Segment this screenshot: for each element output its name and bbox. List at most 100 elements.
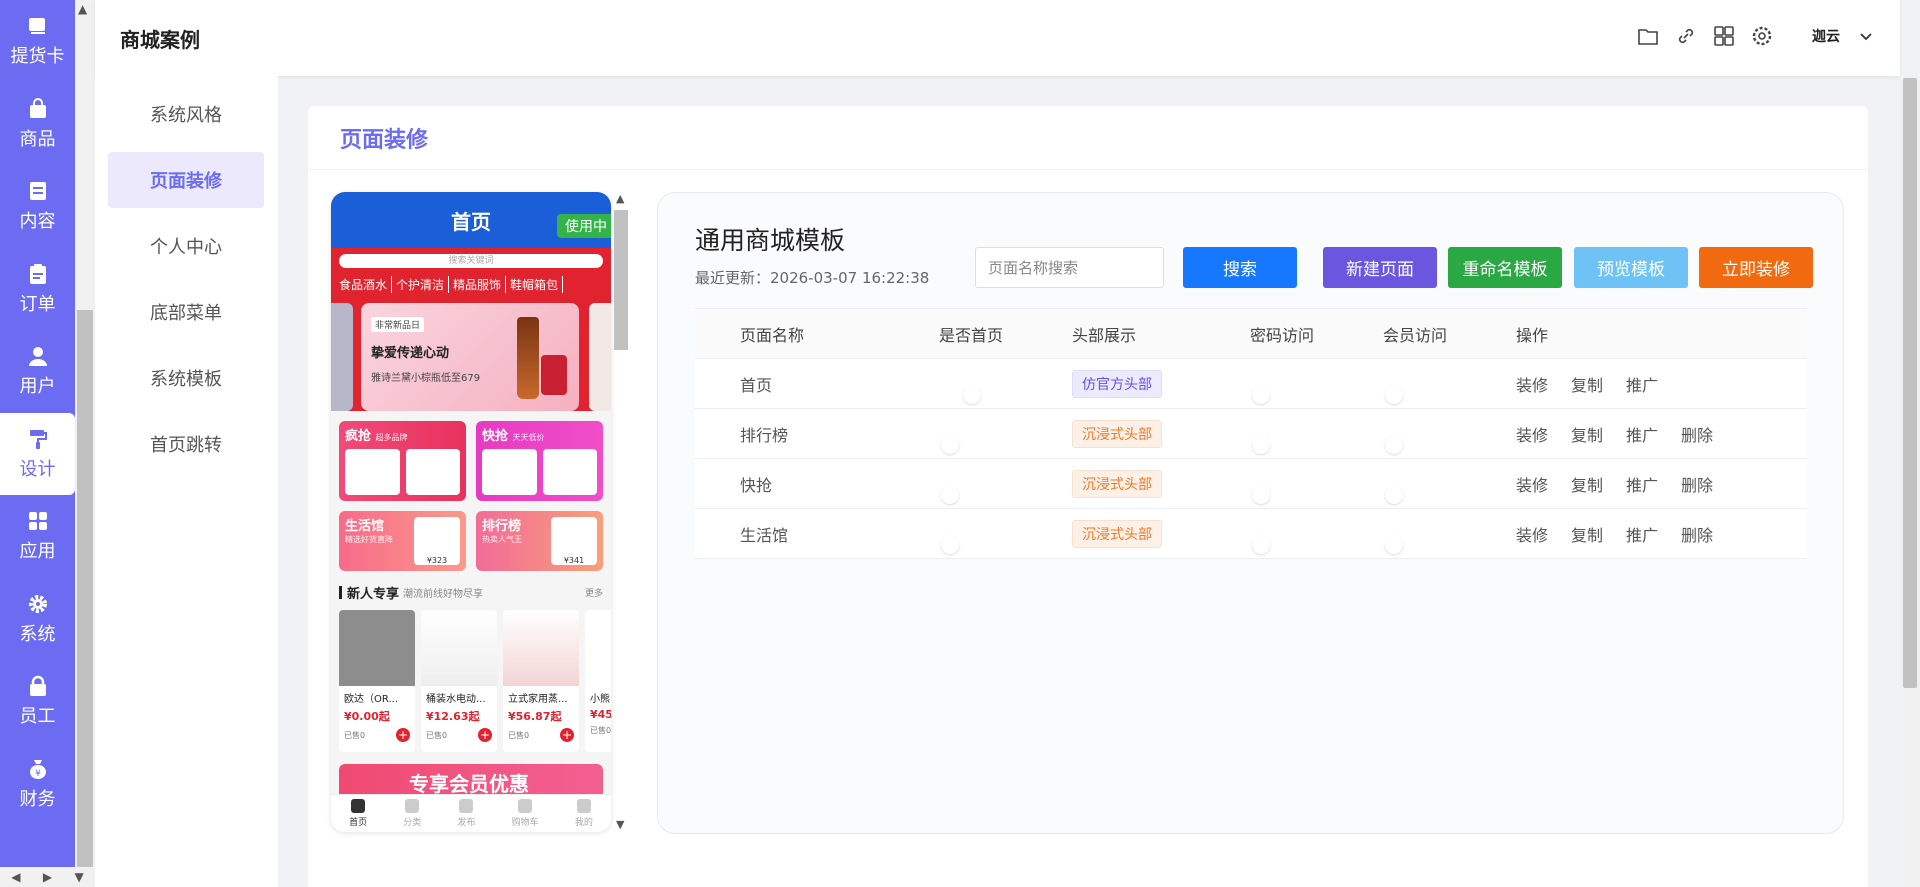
submenu-item-bottom-menu[interactable]: 底部菜单 xyxy=(108,284,264,340)
settings-gear-icon[interactable] xyxy=(1750,24,1774,48)
folder-icon[interactable] xyxy=(1636,24,1660,48)
nav-item-staff[interactable]: 员工 xyxy=(0,660,75,743)
plus-icon xyxy=(459,799,474,813)
copy-link[interactable]: 复制 xyxy=(1571,522,1603,546)
phone-nav-category: 分类 xyxy=(403,799,421,828)
search-button[interactable]: 搜索 xyxy=(1183,247,1297,288)
goods-sold: 已售0 xyxy=(426,730,448,740)
copy-link[interactable]: 复制 xyxy=(1571,472,1603,496)
phone-category: 个护清洁 xyxy=(396,276,450,293)
new-page-button[interactable]: 新建页面 xyxy=(1323,247,1437,288)
goods-sold-row: 已售0 + xyxy=(339,724,415,742)
chevron-down-icon[interactable] xyxy=(1854,24,1878,48)
submenu-item-home-redirect[interactable]: 首页跳转 xyxy=(108,416,264,472)
column-header: 操作 xyxy=(1516,325,1549,345)
page-title: 页面装修 xyxy=(308,106,1868,170)
decorate-link[interactable]: 装修 xyxy=(1516,422,1548,446)
nav-item-apps[interactable]: 应用 xyxy=(0,495,75,578)
promote-link[interactable]: 推广 xyxy=(1626,422,1658,446)
section-bar xyxy=(339,586,342,599)
new-section-subtitle: 潮流前线好物尽享 xyxy=(403,589,484,600)
decorate-now-button[interactable]: 立即装修 xyxy=(1699,247,1813,288)
nav-item-finance[interactable]: ¥ 财务 xyxy=(0,743,75,826)
user-name[interactable]: 迦云 xyxy=(1812,26,1840,46)
category-icon xyxy=(405,799,420,813)
delete-link[interactable]: 删除 xyxy=(1681,472,1713,496)
page-scrollbar[interactable] xyxy=(1900,76,1920,887)
phone-nav-label: 发布 xyxy=(457,818,476,828)
phone-nav-publish: 发布 xyxy=(457,799,475,828)
nav-item-label: 员工 xyxy=(19,706,56,728)
decorate-link[interactable]: 装修 xyxy=(1516,472,1548,496)
header-cell: 沉浸式头部 xyxy=(1072,419,1250,448)
add-cart-icon: + xyxy=(478,728,492,742)
page-name-search-input[interactable] xyxy=(975,247,1164,288)
chevron-up-icon[interactable]: ▲ xyxy=(616,192,624,205)
page-name: 生活馆 xyxy=(740,525,789,545)
phone-nav-home: 首页 xyxy=(349,799,367,828)
rename-template-button[interactable]: 重命名模板 xyxy=(1448,247,1562,288)
goods-item: 桶装水电动... ¥12.63起 已售0 + xyxy=(421,610,497,752)
promote-link[interactable]: 推广 xyxy=(1626,472,1658,496)
nav-item-orders[interactable]: 订单 xyxy=(0,248,75,331)
promo-thumbs xyxy=(345,449,460,495)
scroll-up-arrow-icon[interactable]: ▲ xyxy=(78,2,87,16)
nav-item-pickup-card[interactable]: 提货卡 xyxy=(0,0,75,83)
promote-link[interactable]: 推广 xyxy=(1626,522,1658,546)
product-jar-image xyxy=(541,355,567,395)
copy-link[interactable]: 复制 xyxy=(1571,372,1603,396)
delete-link[interactable]: 删除 xyxy=(1681,522,1713,546)
nav-item-design[interactable]: 设计 xyxy=(0,412,75,495)
goods-list: 欧达（OR... ¥0.00起 已售0 + 桶装水电动... ¥12.63起 已售… xyxy=(339,610,611,752)
apps-grid-icon[interactable] xyxy=(1712,24,1736,48)
nav-item-products[interactable]: 商品 xyxy=(0,83,75,166)
link-icon[interactable] xyxy=(1674,24,1698,48)
page-scroll-thumb[interactable] xyxy=(1903,78,1917,688)
scroll-right-arrow-icon[interactable]: ▶ xyxy=(43,870,52,884)
column-header: 会员访问 xyxy=(1383,325,1448,345)
submenu-item-system-style[interactable]: 系统风格 xyxy=(108,86,264,142)
preview-template-button[interactable]: 预览模板 xyxy=(1574,247,1688,288)
nav-item-label: 设计 xyxy=(19,458,56,480)
goods-item: 小熊... ¥45 已售0 xyxy=(585,610,611,752)
copy-link[interactable]: 复制 xyxy=(1571,422,1603,446)
table-row: 生活馆 沉浸式头部 装修 复制 推广 删除 xyxy=(695,509,1807,559)
nav-item-users[interactable]: 用户 xyxy=(0,330,75,413)
submenu-item-personal-center[interactable]: 个人中心 xyxy=(108,218,264,274)
scroll-left-arrow-icon[interactable]: ◀ xyxy=(11,870,20,884)
add-cart-icon: + xyxy=(396,728,410,742)
decorate-link[interactable]: 装修 xyxy=(1516,372,1548,396)
grid-icon xyxy=(26,509,50,533)
goods-image xyxy=(339,610,415,686)
main-nav-rail: 提货卡 商品 内容 订单 用户 设计 应用 系统 员工 ¥ 财务 xyxy=(0,0,75,887)
phone-scrollbar[interactable]: ▲ ▼ xyxy=(611,192,631,832)
promote-link[interactable]: 推广 xyxy=(1626,372,1658,396)
phone-scroll-thumb[interactable] xyxy=(614,210,628,350)
delete-link[interactable]: 删除 xyxy=(1681,422,1713,446)
goods-sold: 已售0 xyxy=(508,730,530,740)
table-row: 快抢 沉浸式头部 装修 复制 推广 删除 xyxy=(695,459,1807,509)
submenu-item-page-decoration[interactable]: 页面装修 xyxy=(108,152,264,208)
phone-screen[interactable]: 首页 使用中 搜索关键词 食品酒水 个护清洁 精品服饰 鞋帽箱包 非常新品日 挚… xyxy=(331,192,611,832)
rail-scrollbar[interactable]: ▲ xyxy=(75,0,95,887)
rail-scroll-thumb[interactable] xyxy=(77,310,93,870)
last-updated: 最近更新：2026-03-07 16:22:38 xyxy=(695,269,930,287)
submenu-item-system-template[interactable]: 系统模板 xyxy=(108,350,264,406)
rail-horizontal-scrollbar[interactable]: ◀ ▶ ▼ xyxy=(0,867,95,887)
decorate-link[interactable]: 装修 xyxy=(1516,522,1548,546)
nav-item-content[interactable]: 内容 xyxy=(0,165,75,248)
pages-table: 页面名称 是否首页 头部展示 密码访问 会员访问 操作 首页 仿官方头部 装修 … xyxy=(695,308,1807,559)
chevron-down-icon[interactable]: ▼ xyxy=(616,818,624,831)
goods-name: 欧达（OR... xyxy=(344,694,398,705)
column-header: 页面名称 xyxy=(740,325,805,345)
column-header: 头部展示 xyxy=(1072,325,1137,345)
phone-nav-mine: 我的 xyxy=(575,799,593,828)
app-title: 商城案例 xyxy=(120,27,200,52)
new-section-title: 新人专享 xyxy=(347,587,400,602)
phone-nav-label: 我的 xyxy=(574,818,593,828)
nav-item-label: 商品 xyxy=(19,128,56,150)
new-section-header: 新人专享 潮流前线好物尽享 更多 xyxy=(339,583,603,602)
nav-item-system[interactable]: 系统 xyxy=(0,578,75,661)
phone-categories: 食品酒水 个护清洁 精品服饰 鞋帽箱包 xyxy=(339,276,603,293)
chevron-down-icon[interactable]: ▼ xyxy=(75,870,84,884)
